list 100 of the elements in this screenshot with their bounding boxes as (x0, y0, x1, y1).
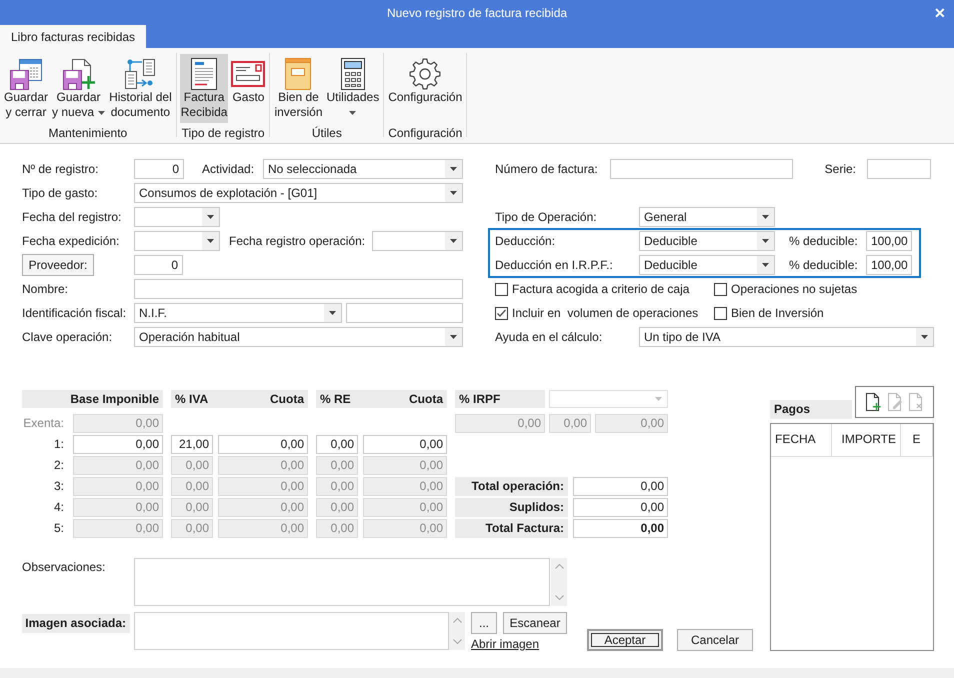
ribbon-group-label: Útiles (312, 126, 342, 141)
amount-field[interactable]: 0,00 (316, 435, 358, 454)
caret-icon (762, 263, 769, 267)
total-field[interactable]: 0,00 (573, 498, 668, 517)
total-field[interactable]: 0,00 (573, 519, 668, 538)
row-label: 1: (52, 436, 65, 453)
checkbox[interactable] (495, 306, 508, 320)
field-label: % deducible: (789, 258, 858, 272)
ribbon-button[interactable]: Factura Recibida (180, 54, 228, 123)
dropdown[interactable]: Consumos de explotación - [G01] (134, 183, 463, 203)
floppy-disk-icon (10, 58, 42, 90)
envelope-icon (231, 60, 266, 86)
ribbon-button[interactable]: Gasto (230, 54, 266, 123)
field-label: Imagen asociada: (22, 614, 130, 633)
ribbon-button[interactable]: Configuración (387, 54, 464, 123)
column-header: % RE (320, 391, 351, 408)
field-label: % deducible: (789, 234, 858, 248)
number-field[interactable]: 100,00 (866, 255, 912, 275)
ribbon-button[interactable]: Guardar y nueva (51, 54, 106, 123)
checkbox[interactable] (495, 282, 508, 296)
dropdown[interactable]: General (639, 207, 775, 227)
open-image-link[interactable]: Abrir imagen (471, 637, 540, 651)
browse-button[interactable]: ... (471, 612, 497, 634)
ribbon-button[interactable]: Historial del documento (108, 54, 173, 123)
calculator-icon (340, 58, 365, 90)
book-icon (285, 58, 312, 90)
caret-icon (207, 239, 214, 243)
chevron-down-icon[interactable] (452, 639, 462, 644)
column-header[interactable]: E (901, 424, 933, 456)
checkbox-label: Incluir en volumen de operaciones (512, 306, 698, 320)
chevron-down-icon[interactable] (554, 595, 564, 600)
text-field[interactable] (346, 303, 463, 323)
amount-field[interactable]: 0,00 (363, 435, 447, 454)
total-label: Suplidos: (455, 498, 568, 517)
close-button[interactable]: ✕ (926, 2, 954, 22)
amount-field[interactable]: 21,00 (171, 435, 213, 454)
amount-field[interactable]: 0,00 (218, 435, 308, 454)
field-label: Nombre: (22, 282, 70, 296)
row-label: Exenta: (22, 415, 65, 432)
field-label: Serie: (824, 162, 856, 176)
date-picker[interactable] (134, 231, 220, 251)
number-field[interactable]: 0 (134, 159, 184, 179)
column-header: Cuota (270, 391, 304, 408)
dropdown[interactable]: Un tipo de IVA (639, 327, 934, 347)
dropdown[interactable]: N.I.F. (134, 303, 342, 323)
column-header[interactable]: FECHA (771, 424, 832, 456)
date-picker[interactable] (134, 207, 220, 227)
field-label: Ayuda en el cálculo: (495, 330, 604, 344)
checkbox[interactable] (714, 306, 727, 320)
chevron-up-icon[interactable] (554, 564, 564, 569)
column-header: Base Imponible (22, 390, 163, 408)
total-label: Total operación: (455, 477, 568, 496)
amount-field[interactable]: 0,00 (73, 435, 163, 454)
field-label: Clave operación: (22, 330, 114, 344)
settings-icon (409, 58, 442, 90)
new-document-icon[interactable] (865, 393, 882, 411)
dropdown[interactable]: No seleccionada (263, 159, 463, 179)
text-area[interactable] (134, 612, 449, 650)
chevron-up-icon[interactable] (452, 618, 462, 623)
date-picker[interactable] (372, 231, 463, 251)
caret-icon (450, 191, 457, 195)
floppy-disk-plus-icon (62, 58, 95, 90)
caret-icon (762, 215, 769, 219)
field-label: Fecha expedición: (22, 234, 120, 248)
ribbon-group-label: Mantenimiento (48, 126, 128, 141)
ribbon-tab[interactable]: Libro facturas recibidas (0, 25, 146, 48)
scrollbar[interactable] (551, 558, 567, 606)
window-title: Nuevo registro de factura recibida (386, 6, 568, 20)
scrollbar[interactable] (449, 612, 465, 650)
checkbox-label: Operaciones no sujetas (731, 282, 858, 296)
ribbon-group-label: Configuración (388, 126, 462, 141)
checkbox-label: Factura acogida a criterio de caja (512, 282, 690, 296)
ribbon-button[interactable]: Guardar y cerrar (3, 54, 50, 123)
default-button[interactable]: Aceptar (587, 629, 663, 651)
text-field[interactable] (610, 159, 793, 179)
ribbon-group-label: Tipo de registro (182, 126, 265, 141)
checkbox-label: Bien de Inversión (731, 306, 824, 320)
number-field[interactable]: 0 (134, 255, 183, 275)
dialog-button[interactable]: Cancelar (677, 629, 753, 651)
text-field[interactable] (134, 279, 463, 299)
dropdown[interactable]: Deducible (639, 231, 775, 251)
supplier-button[interactable]: Proveedor: (22, 254, 94, 276)
column-header[interactable]: IMPORTE (832, 424, 901, 456)
field-label: Fecha del registro: (22, 210, 122, 224)
caret-icon (450, 239, 457, 243)
number-field[interactable]: 100,00 (866, 231, 912, 251)
total-field[interactable]: 0,00 (573, 477, 668, 496)
text-area[interactable] (134, 558, 550, 606)
row-label: 2: (52, 457, 65, 474)
ribbon-button[interactable]: Bien de inversión (273, 54, 324, 123)
field-label: Observaciones: (22, 559, 106, 576)
column-header: Cuota (409, 391, 443, 408)
dropdown[interactable]: Deducible (639, 255, 775, 275)
checkbox[interactable] (714, 282, 727, 296)
dropdown[interactable]: Operación habitual (134, 327, 463, 347)
text-field[interactable] (867, 159, 931, 179)
scan-button[interactable]: Escanear (503, 612, 567, 634)
document-icon (191, 58, 218, 90)
caret-icon (450, 167, 457, 171)
ribbon-button[interactable]: Utilidades (326, 54, 380, 123)
